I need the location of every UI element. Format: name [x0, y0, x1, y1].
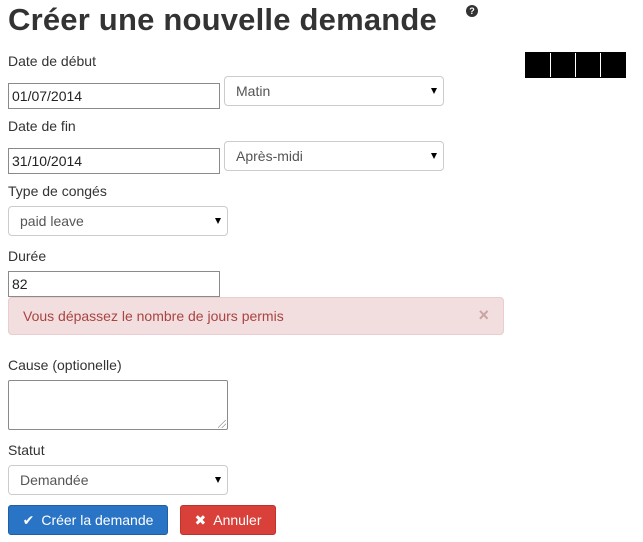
calendar-day-cell	[526, 53, 551, 77]
leave-type-select[interactable]: paid leave	[8, 206, 228, 236]
page: Créer une nouvelle demande ? Date de déb…	[0, 0, 643, 542]
end-date-input[interactable]	[8, 148, 220, 174]
chevron-down-icon	[215, 477, 221, 483]
status-label: Statut	[8, 442, 45, 458]
status-value: Demandée	[20, 472, 89, 488]
status-select[interactable]: Demandée	[8, 465, 228, 495]
cancel-button[interactable]: ✖ Annuler	[180, 505, 276, 535]
end-period-value: Après-midi	[236, 148, 303, 164]
start-date-input[interactable]	[8, 83, 220, 109]
create-request-button[interactable]: ✔ Créer la demande	[8, 505, 168, 535]
calendar-day-cell	[551, 53, 576, 77]
resize-handle-icon[interactable]	[218, 420, 226, 428]
alert-message: Vous dépassez le nombre de jours permis	[23, 308, 284, 324]
page-title: Créer une nouvelle demande	[8, 2, 437, 37]
chevron-down-icon	[215, 218, 221, 224]
duration-label: Durée	[8, 248, 47, 264]
chevron-down-icon	[431, 153, 437, 159]
start-period-value: Matin	[236, 83, 271, 99]
close-icon[interactable]: ×	[478, 306, 489, 324]
duration-input[interactable]	[8, 271, 220, 297]
end-date-label: Date de fin	[8, 118, 76, 134]
warning-alert: Vous dépassez le nombre de jours permis …	[8, 297, 504, 335]
calendar-day-cell	[601, 53, 625, 77]
cause-textarea[interactable]	[8, 380, 228, 430]
cancel-label: Annuler	[213, 512, 262, 528]
end-period-select[interactable]: Après-midi	[224, 141, 444, 171]
cross-icon: ✖	[194, 511, 207, 528]
start-date-label: Date de début	[8, 53, 96, 69]
check-icon: ✔	[22, 511, 35, 528]
cause-label: Cause (optionelle)	[8, 357, 122, 373]
create-request-label: Créer la demande	[41, 512, 154, 528]
calendar-day-cell	[576, 53, 601, 77]
leave-type-value: paid leave	[20, 213, 84, 229]
calendar-preview	[525, 52, 626, 78]
help-icon[interactable]: ?	[466, 5, 478, 17]
start-period-select[interactable]: Matin	[224, 76, 444, 106]
leave-type-label: Type de congés	[8, 183, 107, 199]
chevron-down-icon	[431, 88, 437, 94]
